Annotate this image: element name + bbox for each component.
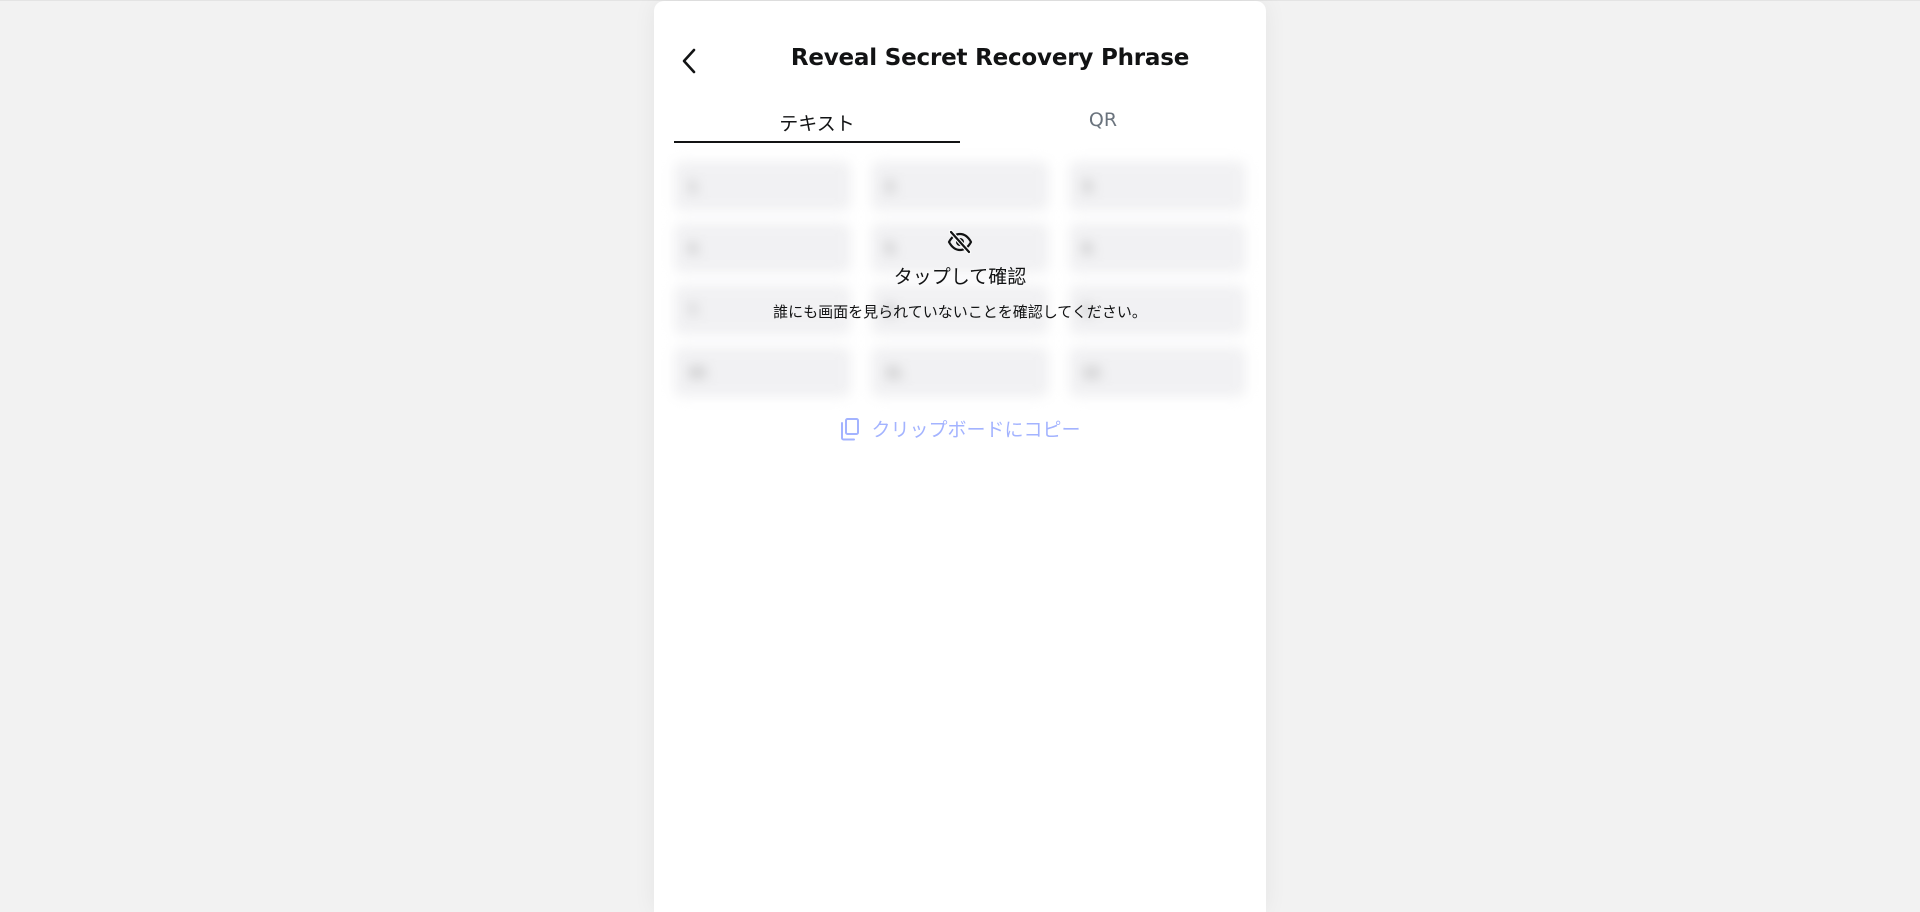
word-cell: 1.: [674, 161, 852, 211]
word-cell: 11.: [871, 347, 1049, 397]
tab-text[interactable]: テキスト: [674, 99, 960, 145]
copy-icon: [841, 417, 860, 440]
page-title: Reveal Secret Recovery Phrase: [790, 45, 1190, 71]
reveal-phrase-area[interactable]: 1. 2. 3. 4. 5. 6. 7. 8. 9. 10. 11. 12. タ…: [674, 161, 1246, 397]
word-cell: 12.: [1068, 347, 1246, 397]
chevron-left-icon: [682, 48, 696, 74]
reveal-title: タップして確認: [893, 266, 1027, 288]
reveal-overlay: タップして確認 誰にも画面を見られていないことを確認してください。: [674, 229, 1246, 322]
eye-off-icon: [947, 229, 973, 255]
word-cell: 10.: [674, 347, 852, 397]
word-cell: 2.: [871, 161, 1049, 211]
tab-bar: テキスト QR: [674, 99, 1246, 145]
back-button[interactable]: [670, 41, 710, 81]
copy-label: クリップボードにコピー: [871, 419, 1081, 441]
word-cell: 3.: [1068, 161, 1246, 211]
reveal-srp-panel: Reveal Secret Recovery Phrase テキスト QR 1.…: [654, 1, 1266, 912]
tab-qr[interactable]: QR: [960, 99, 1246, 145]
reveal-subtitle: 誰にも画面を見られていないことを確認してください。: [773, 303, 1147, 321]
copy-to-clipboard-button[interactable]: クリップボードにコピー: [654, 415, 1266, 442]
